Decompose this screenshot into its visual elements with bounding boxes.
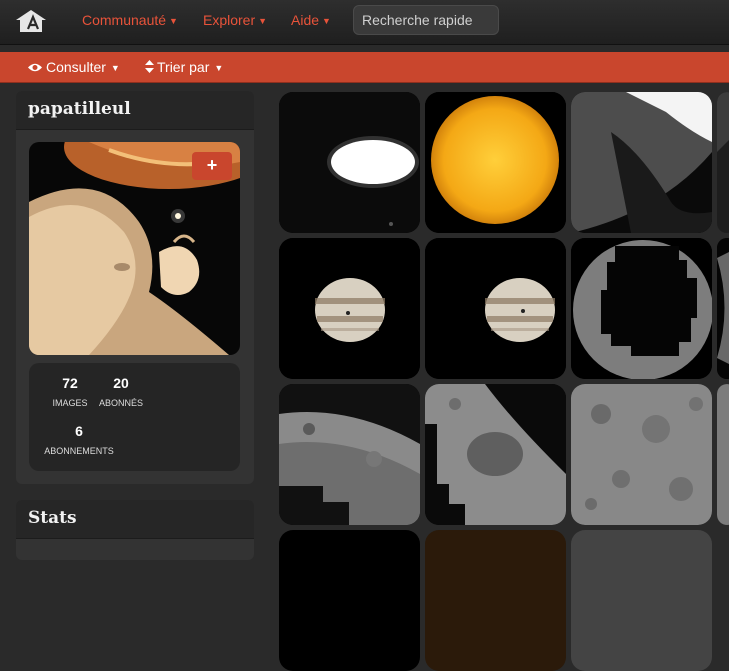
sort-icon	[145, 60, 154, 73]
consult-dropdown[interactable]: Consulter ▼	[27, 59, 120, 75]
images-count[interactable]: 72	[50, 375, 90, 391]
moon-limb-image	[571, 92, 712, 233]
gallery-thumbnail[interactable]	[279, 238, 420, 379]
caret-down-icon: ▼	[110, 63, 120, 73]
gallery-thumbnail[interactable]	[425, 238, 566, 379]
profile-stats: 72 IMAGES 20 ABONNÉS 6 ABONNEMENTS	[29, 363, 240, 471]
gallery-thumbnail[interactable]	[571, 92, 712, 233]
followers-label: ABONNÉS	[98, 398, 143, 408]
images-label: IMAGES	[52, 398, 88, 408]
nav-help-label: Aide	[291, 12, 320, 28]
gallery-thumbnail[interactable]	[717, 384, 729, 525]
follow-button[interactable]: +	[192, 152, 232, 180]
moon-surface-image	[279, 384, 420, 525]
sort-dropdown[interactable]: Trier par ▼	[145, 59, 223, 75]
caret-down-icon: ▼	[322, 16, 331, 26]
nav-community[interactable]: Communauté ▼	[82, 12, 178, 28]
gallery-thumbnail[interactable]	[571, 384, 712, 525]
following-count[interactable]: 6	[59, 423, 99, 439]
partial-thumbnail-image	[717, 384, 729, 525]
astrobin-logo-icon[interactable]	[14, 8, 48, 34]
stats-panel-title: Stats	[28, 508, 77, 528]
stats-panel: Stats	[16, 500, 254, 560]
nav-explore-label: Explorer	[203, 12, 256, 28]
partial-thumbnail-image	[717, 238, 729, 379]
top-navbar: Communauté ▼ Explorer ▼ Aide ▼	[0, 0, 729, 45]
moon-craters-image	[571, 384, 712, 525]
moon-crescent-image	[571, 238, 712, 379]
gallery-thumbnail[interactable]	[425, 384, 566, 525]
moon-crater-image	[425, 384, 566, 525]
gallery-thumbnail[interactable]	[717, 92, 729, 233]
partial-thumbnail-image	[717, 92, 729, 233]
nav-community-label: Communauté	[82, 12, 167, 28]
caret-down-icon: ▼	[258, 16, 268, 26]
gallery-thumbnail[interactable]	[571, 530, 712, 671]
gallery-thumbnail[interactable]	[279, 530, 420, 671]
jupiter-image	[425, 238, 566, 379]
consult-label: Consulter	[46, 59, 106, 75]
jupiter-image	[279, 238, 420, 379]
bright-ellipse-image	[279, 92, 420, 233]
sub-toolbar: Consulter ▼ Trier par ▼	[0, 52, 729, 83]
gallery-thumbnail[interactable]	[279, 92, 420, 233]
profile-username[interactable]: papatilleul	[28, 99, 131, 119]
followers-count[interactable]: 20	[101, 375, 141, 391]
gallery-thumbnail[interactable]	[425, 92, 566, 233]
caret-down-icon: ▼	[214, 63, 224, 73]
gallery-thumbnail[interactable]	[279, 384, 420, 525]
nav-explore[interactable]: Explorer ▼	[203, 12, 267, 28]
nav-help[interactable]: Aide ▼	[291, 12, 331, 28]
gallery-thumbnail[interactable]	[717, 238, 729, 379]
gallery-thumbnail[interactable]	[425, 530, 566, 671]
sun-image	[425, 92, 566, 233]
following-label: ABONNEMENTS	[44, 446, 114, 456]
profile-panel: papatilleul + 72 IMAGES 20 ABONNÉS 6 ABO…	[16, 91, 254, 484]
sort-label: Trier par	[157, 59, 210, 75]
caret-down-icon: ▼	[169, 16, 178, 26]
quick-search-input[interactable]	[353, 5, 499, 35]
gallery-thumbnail[interactable]	[571, 238, 712, 379]
eye-icon	[28, 63, 42, 72]
